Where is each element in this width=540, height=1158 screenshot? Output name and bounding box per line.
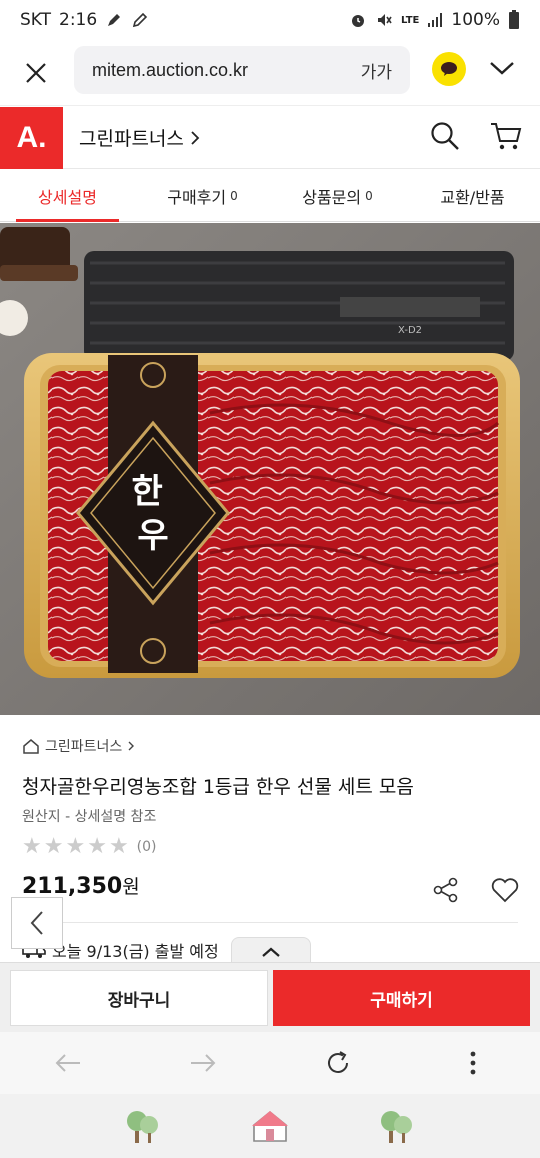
back-button[interactable] xyxy=(11,897,63,949)
purchase-bar: 장바구니 구매하기 xyxy=(0,962,540,1032)
tab-label: 구매후기 xyxy=(167,187,227,207)
browser-menu-button[interactable] xyxy=(488,58,516,82)
kakaotalk-button[interactable] xyxy=(432,52,466,86)
reload-icon xyxy=(327,1051,348,1073)
price-unit: 원 xyxy=(122,876,140,898)
chevron-left-icon xyxy=(30,911,43,935)
search-icon[interactable] xyxy=(430,121,460,151)
seller-link[interactable]: 그린파트너스 xyxy=(79,124,200,151)
carrier: SKT xyxy=(20,10,52,30)
clock: 2:16 xyxy=(59,10,98,30)
rating-count: (0) xyxy=(136,838,157,855)
auction-logo[interactable]: A. xyxy=(0,106,63,169)
more-menu-button[interactable] xyxy=(443,1033,503,1093)
reload-button[interactable] xyxy=(308,1033,368,1093)
product-photo-illustration: X-D2 한 우 xyxy=(0,223,540,715)
tab-label: 상품문의 xyxy=(302,187,362,207)
product-image[interactable]: X-D2 한 우 xyxy=(0,223,540,715)
buy-now-button[interactable]: 구매하기 xyxy=(273,970,530,1026)
expand-handle[interactable] xyxy=(231,937,311,965)
star-icon: ★ xyxy=(108,834,129,859)
tab-count: 0 xyxy=(230,188,238,203)
mute-icon xyxy=(378,14,392,26)
hanwoo-label-line1: 한 xyxy=(131,472,162,512)
header-icons xyxy=(430,121,522,151)
tree-icon[interactable] xyxy=(125,1107,161,1145)
more-vertical-icon xyxy=(470,1051,475,1075)
tab-label: 상세설명 xyxy=(38,187,97,207)
breadcrumb-seller: 그린파트너스 xyxy=(45,739,123,755)
text-size-button[interactable]: 가가 xyxy=(361,58,392,83)
heart-icon[interactable] xyxy=(490,876,520,904)
address-field[interactable]: mitem.auction.co.kr 가가 xyxy=(74,46,410,94)
star-icon: ★ xyxy=(65,834,86,859)
browser-forward-button[interactable] xyxy=(173,1033,233,1093)
url-text: mitem.auction.co.kr xyxy=(92,59,249,80)
browser-back-button[interactable] xyxy=(38,1033,98,1093)
tab-returns[interactable]: 교환/반품 xyxy=(405,170,540,221)
battery-level: 100% xyxy=(451,10,500,30)
arrow-right-icon xyxy=(190,1054,215,1072)
browser-url-bar: mitem.auction.co.kr 가가 xyxy=(0,40,540,106)
bottom-dock xyxy=(0,1094,540,1158)
breadcrumb[interactable]: 그린파트너스 xyxy=(22,736,135,756)
status-bar: SKT 2:16 LTE 100% xyxy=(0,0,540,40)
price-value: 211,350 xyxy=(22,874,123,899)
battery-icon xyxy=(509,10,519,29)
home-icon xyxy=(23,739,39,754)
cart-icon[interactable] xyxy=(490,121,522,151)
divider xyxy=(22,922,518,923)
delivery-text: 오늘 9/13(금) 출발 예정 xyxy=(52,942,219,961)
hanwoo-label-line2: 우 xyxy=(137,516,168,556)
seller-name: 그린파트너스 xyxy=(79,128,184,150)
site-header: A. 그린파트너스 xyxy=(0,106,540,169)
pen-icon xyxy=(108,14,121,26)
tab-reviews[interactable]: 구매후기 0 xyxy=(135,170,270,221)
close-icon xyxy=(26,62,46,83)
close-tab-button[interactable] xyxy=(0,40,72,106)
alarm-icon xyxy=(352,15,365,27)
chevron-right-icon xyxy=(191,130,200,145)
tab-detail[interactable]: 상세설명 xyxy=(0,170,135,222)
arrow-left-icon xyxy=(55,1054,80,1072)
home-house-icon[interactable] xyxy=(250,1109,290,1143)
status-right: LTE 100% xyxy=(349,10,520,30)
signal-icon xyxy=(428,13,443,27)
product-price: 211,350원 xyxy=(22,872,140,899)
share-icon[interactable] xyxy=(432,876,460,904)
star-icon: ★ xyxy=(87,834,107,859)
package-code: X-D2 xyxy=(398,325,422,336)
product-origin: 원산지 - 상세설명 참조 xyxy=(22,809,157,825)
tab-count: 0 xyxy=(365,188,373,203)
star-icon: ★ xyxy=(43,834,64,859)
edit-icon xyxy=(133,12,148,28)
add-to-cart-button[interactable]: 장바구니 xyxy=(10,970,268,1026)
tree-icon[interactable] xyxy=(379,1107,415,1145)
browser-nav-bar xyxy=(0,1032,540,1094)
status-left: SKT 2:16 xyxy=(20,10,149,30)
product-tabs: 상세설명 구매후기 0 상품문의 0 교환/반품 xyxy=(0,170,540,222)
chat-bubble-icon xyxy=(441,62,457,76)
rating-stars[interactable]: ★ ★ ★ ★ ★ (0) xyxy=(22,834,157,859)
chevron-down-icon xyxy=(490,62,514,75)
chevron-up-icon xyxy=(262,947,280,957)
chevron-right-icon xyxy=(128,741,135,751)
product-title: 청자골한우리영농조합 1등급 한우 선물 세트 모음 xyxy=(22,776,414,798)
network-type: LTE xyxy=(401,14,420,26)
tab-qna[interactable]: 상품문의 0 xyxy=(270,170,405,221)
tab-label: 교환/반품 xyxy=(440,187,505,207)
star-icon: ★ xyxy=(22,834,42,859)
